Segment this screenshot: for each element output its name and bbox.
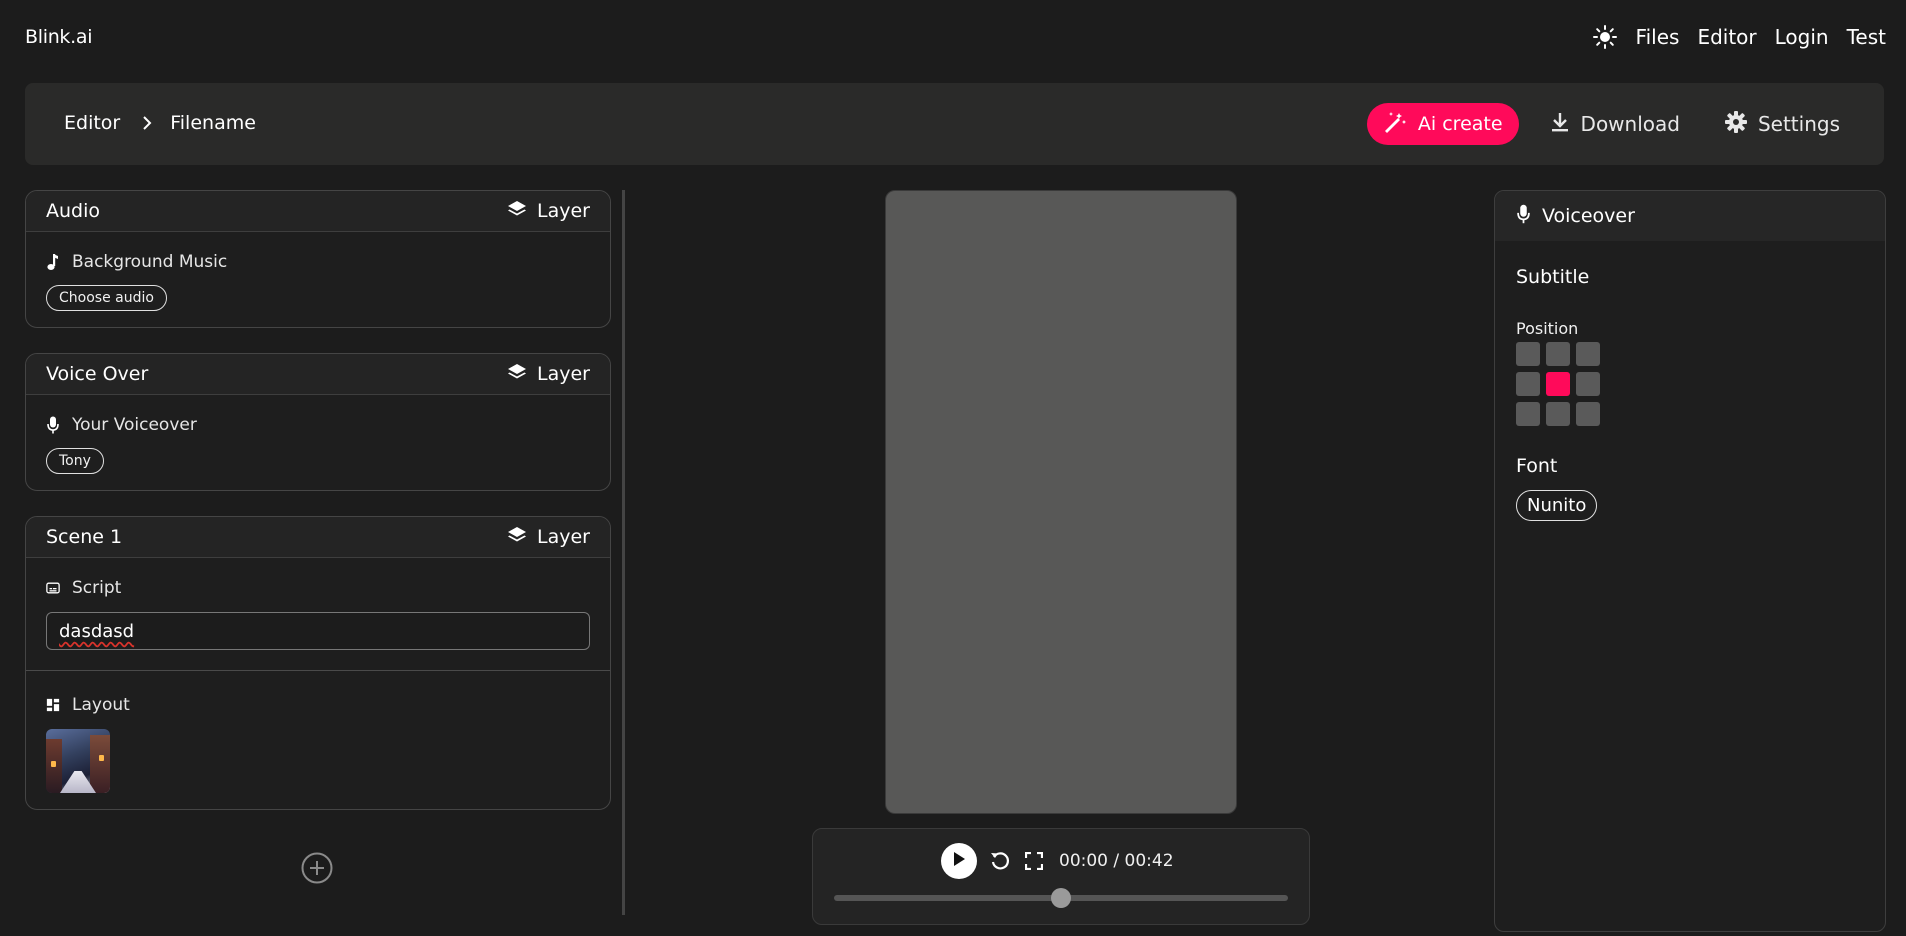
position-bottom-center[interactable]: [1546, 402, 1570, 426]
layout-label: Layout: [72, 695, 130, 715]
scene-card-header: Scene 1 Layer: [26, 517, 610, 558]
audio-layer-button[interactable]: Layer: [507, 200, 590, 223]
font-heading: Font: [1516, 455, 1558, 477]
dashboard-icon: [46, 697, 60, 713]
position-middle-right[interactable]: [1576, 372, 1600, 396]
magic-wand-icon: [1382, 109, 1408, 140]
font-select-button[interactable]: Nunito: [1516, 490, 1598, 521]
layers-icon: [507, 200, 527, 223]
play-icon: [952, 851, 966, 871]
background-music-label: Background Music: [72, 252, 228, 272]
script-input[interactable]: dasdasd: [46, 612, 590, 650]
fullscreen-icon[interactable]: [1025, 852, 1043, 870]
thumbnail-light: [99, 755, 104, 761]
thumbnail-building-right: [90, 735, 110, 793]
script-input-value: dasdasd: [59, 621, 135, 642]
position-top-center[interactable]: [1546, 342, 1570, 366]
ai-create-button[interactable]: Ai create: [1366, 103, 1519, 145]
your-voiceover-row: Your Voiceover: [46, 413, 590, 437]
music-note-icon: [46, 253, 60, 271]
nav-test[interactable]: Test: [1847, 25, 1886, 49]
editor-header: Editor Filename Ai create Download Setti…: [25, 83, 1884, 165]
voiceover-layer-label: Layer: [537, 363, 590, 385]
voiceover-layer-button[interactable]: Layer: [507, 363, 590, 386]
script-row: Script: [46, 576, 590, 600]
nav-editor[interactable]: Editor: [1697, 25, 1756, 49]
voiceover-panel-title: Voiceover: [1542, 205, 1635, 227]
voiceover-card: Voice Over Layer Your Voiceover Tony: [25, 353, 611, 491]
video-preview: [885, 190, 1237, 814]
restart-icon[interactable]: [989, 850, 1011, 872]
settings-button[interactable]: Settings: [1710, 103, 1854, 145]
audio-card-title: Audio: [46, 200, 101, 222]
nav-login[interactable]: Login: [1775, 25, 1829, 49]
add-scene-icon[interactable]: [301, 852, 333, 884]
voice-select-button[interactable]: Tony: [46, 448, 104, 474]
microphone-icon: [46, 416, 60, 434]
top-nav: Files Editor Login Test: [1592, 24, 1886, 50]
audio-layer-label: Layer: [537, 200, 590, 222]
scene-layer-label: Layer: [537, 526, 590, 548]
layout-row: Layout: [46, 693, 590, 717]
microphone-icon: [1517, 204, 1530, 229]
script-label: Script: [72, 578, 122, 598]
player-controls: 00:00 / 00:42: [812, 828, 1310, 925]
scene-card-title: Scene 1: [46, 526, 123, 548]
seek-handle[interactable]: [1051, 888, 1071, 908]
voiceover-card-title: Voice Over: [46, 363, 149, 385]
layers-column: Audio Layer Background Music Choose audi…: [25, 190, 611, 835]
position-top-left[interactable]: [1516, 342, 1540, 366]
scene-layer-button[interactable]: Layer: [507, 526, 590, 549]
subtitle-heading: Subtitle: [1516, 266, 1590, 288]
breadcrumb: Editor Filename: [64, 112, 256, 134]
ai-create-label: Ai create: [1417, 113, 1503, 135]
top-bar: Blink.ai Files Editor Login Test: [0, 0, 1906, 78]
breadcrumb-filename: Filename: [170, 112, 256, 134]
audio-card: Audio Layer Background Music Choose audi…: [25, 190, 611, 328]
sun-icon[interactable]: [1592, 24, 1618, 50]
player-buttons: 00:00 / 00:42: [941, 843, 1174, 879]
header-actions: Ai create Download Settings: [1366, 103, 1854, 145]
audio-card-header: Audio Layer: [26, 191, 610, 232]
download-icon: [1549, 111, 1571, 138]
gear-icon: [1724, 110, 1748, 139]
settings-label: Settings: [1757, 112, 1840, 136]
brand-logo[interactable]: Blink.ai: [25, 26, 93, 48]
your-voiceover-label: Your Voiceover: [72, 415, 197, 435]
voiceover-card-body: Your Voiceover Tony: [26, 395, 610, 490]
position-middle-left[interactable]: [1516, 372, 1540, 396]
layout-thumbnail[interactable]: [46, 729, 110, 793]
position-grid: [1516, 342, 1600, 426]
download-button[interactable]: Download: [1535, 103, 1694, 145]
scene-card: Scene 1 Layer Script dasdasd Layout: [25, 516, 611, 810]
audio-card-body: Background Music Choose audio: [26, 232, 610, 327]
position-bottom-right[interactable]: [1576, 402, 1600, 426]
script-section: Script dasdasd: [26, 558, 610, 670]
play-button[interactable]: [941, 843, 977, 879]
download-label: Download: [1580, 112, 1680, 136]
layout-section: Layout: [26, 671, 610, 809]
background-music-row: Background Music: [46, 250, 590, 274]
position-middle-center[interactable]: [1546, 372, 1570, 396]
nav-files[interactable]: Files: [1636, 25, 1680, 49]
thumbnail-light: [51, 761, 56, 767]
position-label: Position: [1516, 319, 1579, 338]
chevron-right-icon: [142, 116, 152, 130]
voiceover-panel: Voiceover Subtitle Position Font Nunito: [1494, 190, 1886, 932]
choose-audio-button[interactable]: Choose audio: [46, 285, 167, 311]
seek-bar[interactable]: [834, 888, 1288, 908]
voiceover-panel-header: Voiceover: [1495, 191, 1885, 241]
breadcrumb-editor[interactable]: Editor: [64, 112, 120, 134]
layers-icon: [507, 526, 527, 549]
column-resize-handle[interactable]: [622, 190, 625, 915]
layers-icon: [507, 363, 527, 386]
time-display: 00:00 / 00:42: [1059, 851, 1174, 871]
voiceover-card-header: Voice Over Layer: [26, 354, 610, 395]
position-bottom-left[interactable]: [1516, 402, 1540, 426]
position-top-right[interactable]: [1576, 342, 1600, 366]
subtitles-icon: [46, 581, 60, 595]
